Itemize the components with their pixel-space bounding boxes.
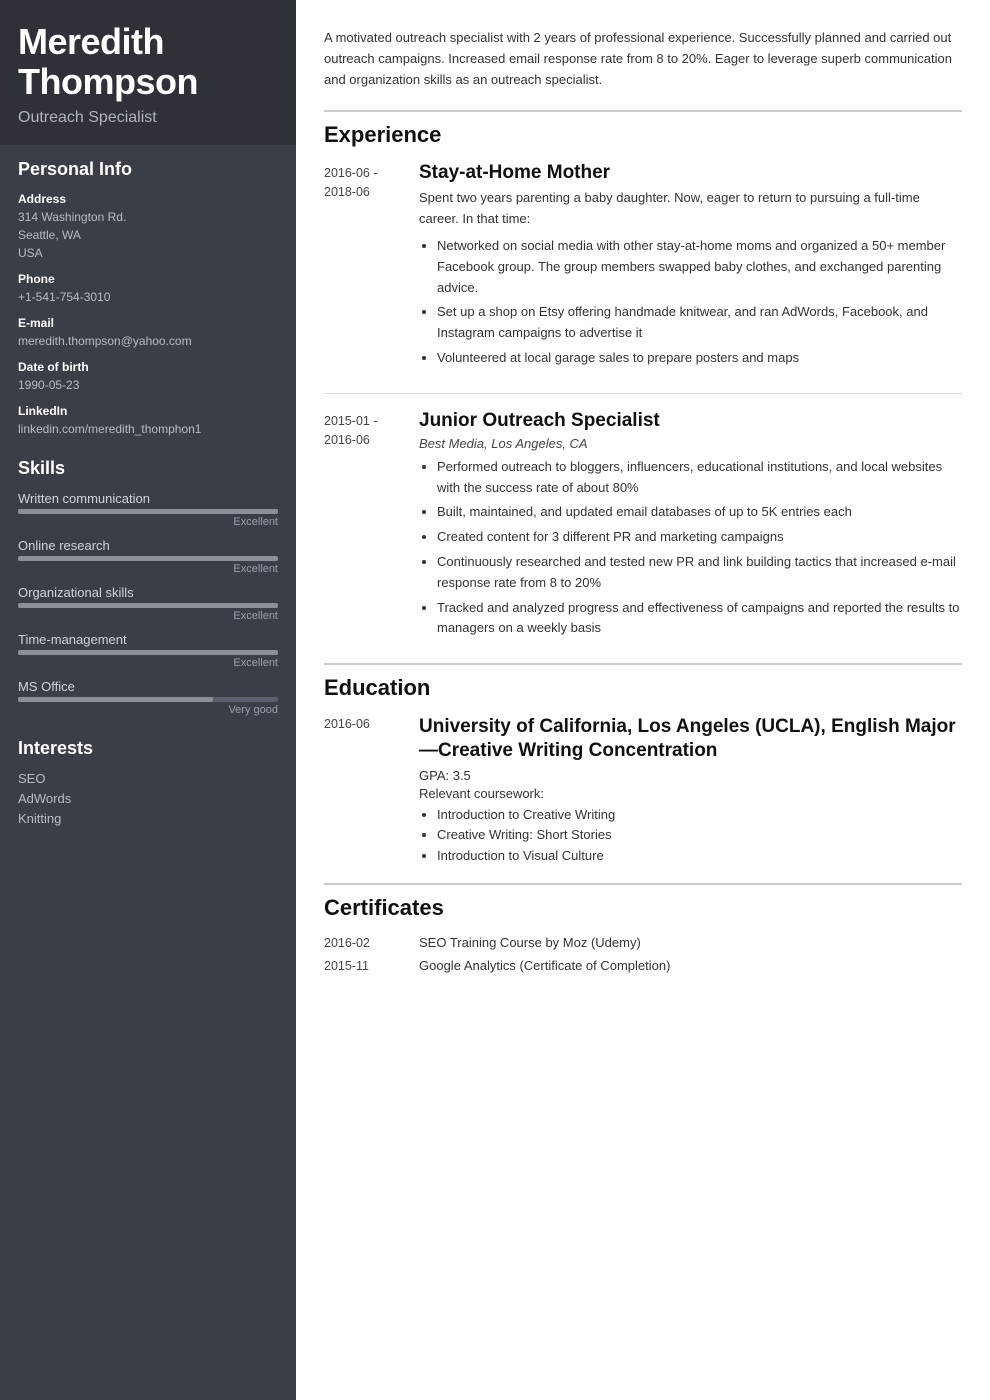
dob-value: 1990-05-23 [18,376,278,394]
skill-item: Time-management Excellent [18,632,278,669]
interests-section: Interests SEO AdWords Knitting [0,724,296,837]
list-item: Created content for 3 different PR and m… [437,527,962,548]
edu-bullets: Introduction to Creative WritingCreative… [437,805,962,867]
linkedin-value: linkedin.com/meredith_thomphon1 [18,420,278,438]
certificate-item: 2015-11 Google Analytics (Certificate of… [324,958,962,973]
edu-content: University of California, Los Angeles (U… [419,715,962,867]
skill-name: Online research [18,538,278,553]
skill-name: Written communication [18,491,278,506]
interest-item: Knitting [18,811,278,826]
interests-list: SEO AdWords Knitting [18,771,278,826]
phone-label: Phone [18,272,278,286]
experience-list: 2016-06 -2018-06 Stay-at-Home Mother Spe… [324,162,962,643]
list-item: Volunteered at local garage sales to pre… [437,348,962,369]
exp-company: Best Media, Los Angeles, CA [419,436,962,451]
main-content: A motivated outreach specialist with 2 y… [296,0,990,1400]
skill-level: Excellent [18,563,278,575]
skill-bar-fill [18,509,278,514]
personal-info-section: Personal Info Address 314 Washington Rd.… [0,145,296,444]
interests-title: Interests [18,738,278,761]
interest-item: AdWords [18,791,278,806]
education-list: 2016-06 University of California, Los An… [324,715,962,867]
exp-job-title: Stay-at-Home Mother [419,162,962,184]
certificates-section-title: Certificates [324,883,962,921]
skill-name: MS Office [18,679,278,694]
email-label: E-mail [18,316,278,330]
exp-description: Spent two years parenting a baby daughte… [419,188,962,230]
address-label: Address [18,192,278,206]
dob-label: Date of birth [18,360,278,374]
list-item: Performed outreach to bloggers, influenc… [437,457,962,499]
edu-school: University of California, Los Angeles (U… [419,715,962,763]
experience-section-title: Experience [324,110,962,148]
list-item: Introduction to Creative Writing [437,805,962,826]
skill-bar-bg [18,556,278,561]
email-value: meredith.thompson@yahoo.com [18,332,278,350]
education-item: 2016-06 University of California, Los An… [324,715,962,867]
skill-level: Excellent [18,610,278,622]
skill-bar-fill [18,556,278,561]
sidebar-header: MeredithThompson Outreach Specialist [0,0,296,145]
skill-level: Excellent [18,657,278,669]
list-item: Set up a shop on Etsy offering handmade … [437,302,962,344]
skill-item: Online research Excellent [18,538,278,575]
skill-name: Time-management [18,632,278,647]
linkedin-label: LinkedIn [18,404,278,418]
exp-dates: 2015-01 -2016-06 [324,410,419,643]
exp-content: Stay-at-Home Mother Spent two years pare… [419,162,962,372]
list-item: Introduction to Visual Culture [437,846,962,867]
exp-bullets: Performed outreach to bloggers, influenc… [437,457,962,639]
skill-bar-fill [18,650,278,655]
list-item: Continuously researched and tested new P… [437,552,962,594]
exp-content: Junior Outreach Specialist Best Media, L… [419,410,962,643]
experience-item: 2016-06 -2018-06 Stay-at-Home Mother Spe… [324,162,962,372]
education-section-title: Education [324,663,962,701]
interest-item: SEO [18,771,278,786]
candidate-title: Outreach Specialist [18,109,278,127]
candidate-name: MeredithThompson [18,22,278,101]
skill-item: Organizational skills Excellent [18,585,278,622]
edu-gpa: GPA: 3.5 [419,768,962,783]
phone-value: +1-541-754-3010 [18,288,278,306]
exp-dates: 2016-06 -2018-06 [324,162,419,372]
skill-item: Written communication Excellent [18,491,278,528]
skills-title: Skills [18,458,278,481]
skill-bar-bg [18,697,278,702]
skill-bar-bg [18,603,278,608]
skill-name: Organizational skills [18,585,278,600]
skill-level: Excellent [18,516,278,528]
list-item: Built, maintained, and updated email dat… [437,502,962,523]
edu-coursework-label: Relevant coursework: [419,786,962,801]
experience-item: 2015-01 -2016-06 Junior Outreach Special… [324,410,962,643]
summary-text: A motivated outreach specialist with 2 y… [324,28,962,90]
skill-bar-fill [18,603,278,608]
skill-level: Very good [18,704,278,716]
address-line2: Seattle, WA [18,226,278,244]
list-item: Networked on social media with other sta… [437,236,962,298]
list-item: Creative Writing: Short Stories [437,825,962,846]
skills-list: Written communication Excellent Online r… [18,491,278,716]
exp-job-title: Junior Outreach Specialist [419,410,962,432]
cert-name: SEO Training Course by Moz (Udemy) [419,935,962,950]
skill-bar-bg [18,509,278,514]
skill-bar-fill [18,697,213,702]
edu-dates: 2016-06 [324,715,419,867]
list-item: Tracked and analyzed progress and effect… [437,598,962,640]
certificates-list: 2016-02 SEO Training Course by Moz (Udem… [324,935,962,973]
cert-name: Google Analytics (Certificate of Complet… [419,958,962,973]
exp-bullets: Networked on social media with other sta… [437,236,962,369]
skill-item: MS Office Very good [18,679,278,716]
certificate-item: 2016-02 SEO Training Course by Moz (Udem… [324,935,962,950]
address-line1: 314 Washington Rd. [18,208,278,226]
cert-date: 2016-02 [324,935,419,950]
personal-info-title: Personal Info [18,159,278,182]
cert-date: 2015-11 [324,958,419,973]
skills-section: Skills Written communication Excellent O… [0,444,296,724]
address-line3: USA [18,244,278,262]
sidebar: MeredithThompson Outreach Specialist Per… [0,0,296,1400]
skill-bar-bg [18,650,278,655]
